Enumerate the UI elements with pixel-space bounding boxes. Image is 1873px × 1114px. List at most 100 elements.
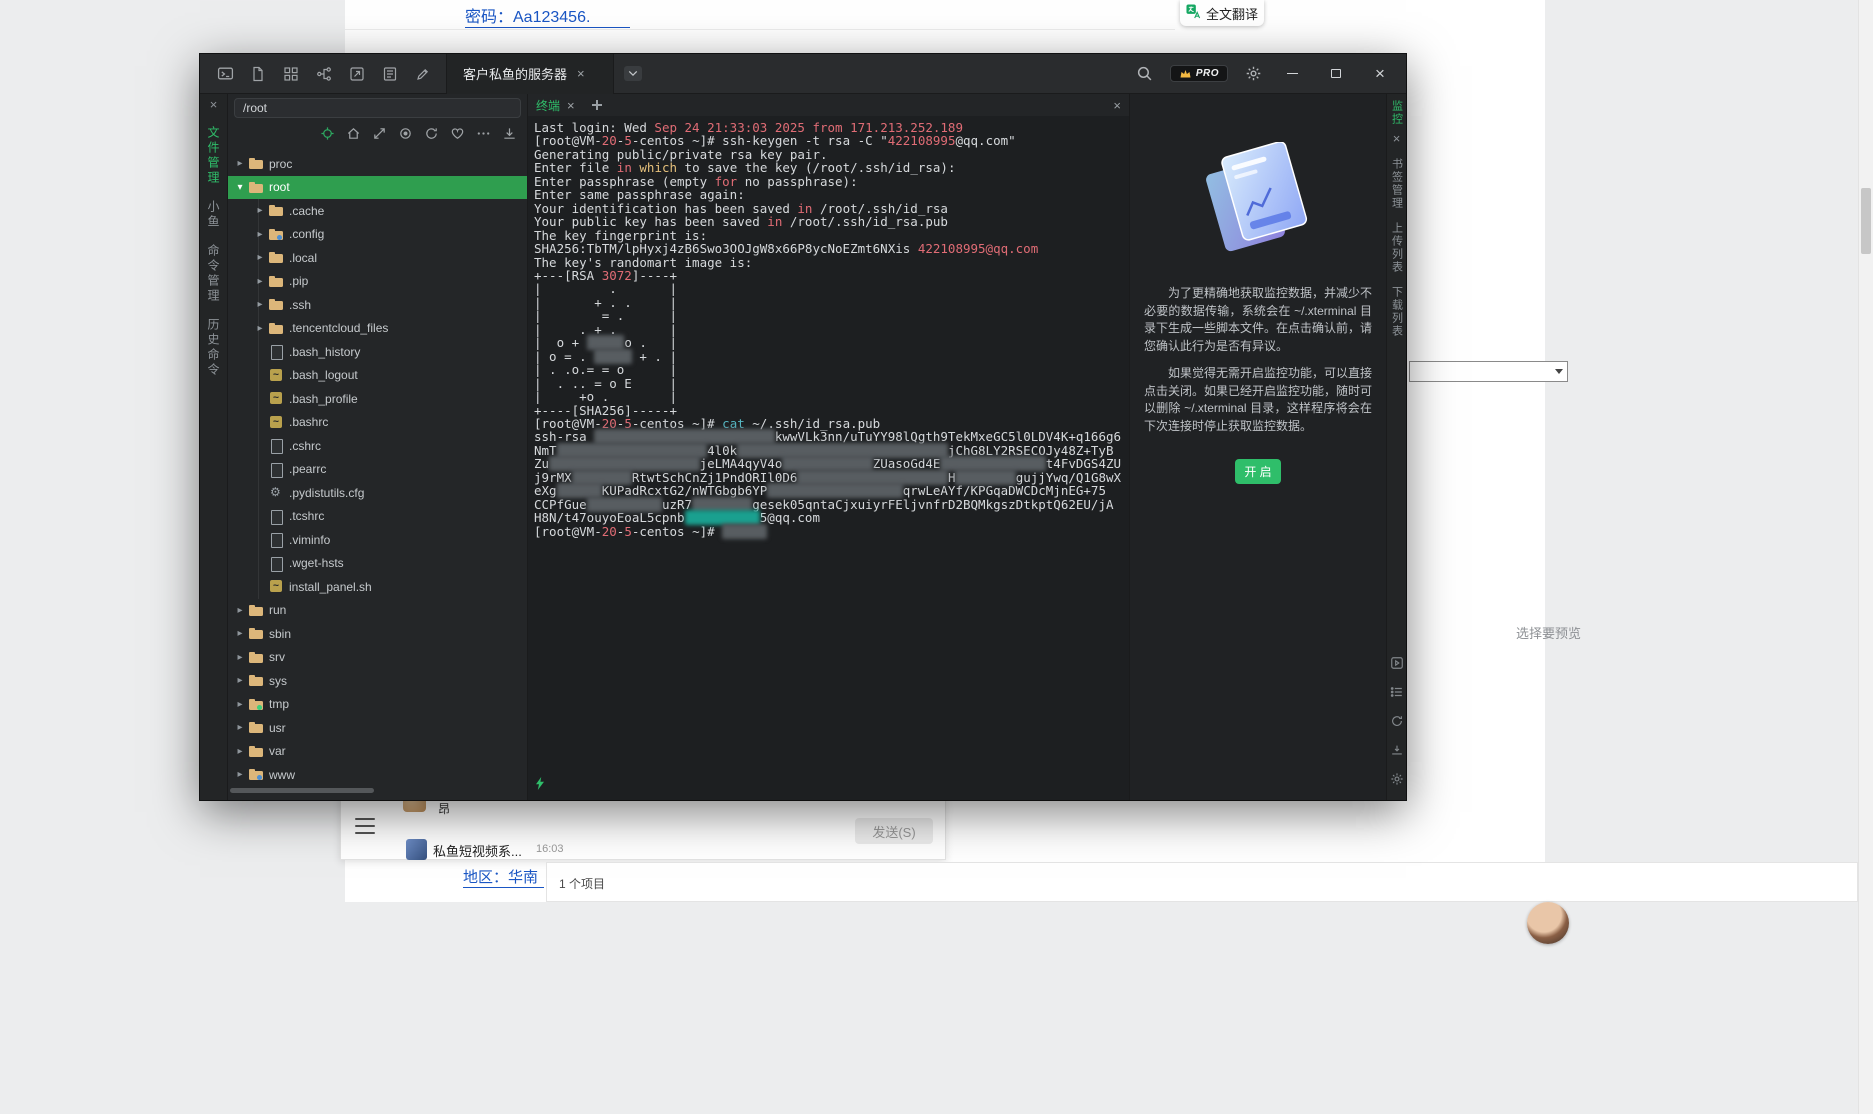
- tree-row[interactable]: ▸ .pip: [228, 269, 527, 294]
- expand-arrow-icon[interactable]: ▸: [234, 722, 246, 733]
- tree-row[interactable]: ▸ www: [228, 763, 527, 785]
- pro-badge[interactable]: PRO: [1169, 65, 1228, 82]
- expand-arrow-icon[interactable]: ▸: [234, 699, 246, 710]
- expand-arrow-icon[interactable]: ▸: [234, 605, 246, 616]
- user-avatar[interactable]: [1527, 902, 1569, 944]
- expand-arrow-icon[interactable]: ▸: [234, 769, 246, 780]
- tree-row[interactable]: ▸ tmp: [228, 693, 527, 717]
- tree-row[interactable]: ▸ proc: [228, 152, 527, 176]
- left-rail-tab[interactable]: 小鱼: [205, 200, 222, 230]
- chat-avatar[interactable]: [406, 839, 427, 860]
- new-terminal-icon[interactable]: [216, 65, 234, 83]
- tree-row[interactable]: .cshrc: [228, 434, 527, 458]
- session-tab[interactable]: 客户私鱼的服务器: [446, 53, 614, 94]
- tree-row[interactable]: .wget-hsts: [228, 551, 527, 576]
- right-rail-tab[interactable]: 下载列表: [1389, 286, 1405, 338]
- connection-status-icon[interactable]: [535, 777, 545, 795]
- tree-row[interactable]: ▸ .config: [228, 222, 527, 247]
- expand-arrow-icon[interactable]: ▸: [254, 323, 266, 334]
- home-icon[interactable]: [345, 125, 361, 141]
- tree-row[interactable]: .tcshrc: [228, 504, 527, 529]
- tree-row[interactable]: .bashrc: [228, 410, 527, 435]
- expand-arrow-icon[interactable]: ▸: [254, 276, 266, 287]
- close-file-panel-icon[interactable]: [210, 98, 218, 112]
- archive-download-icon[interactable]: [1389, 742, 1404, 757]
- left-rail-tab[interactable]: 历史命令: [205, 318, 222, 378]
- tree-row[interactable]: .bash_logout: [228, 363, 527, 388]
- log-list-icon[interactable]: [381, 65, 399, 83]
- tree-row[interactable]: .pearrc: [228, 457, 527, 482]
- translate-button[interactable]: 全文翻译: [1180, 0, 1264, 26]
- terminal-tab[interactable]: 终端: [536, 97, 560, 114]
- tree-row[interactable]: install_panel.sh: [228, 575, 527, 599]
- more-icon[interactable]: [475, 125, 491, 141]
- expand-arrow-icon[interactable]: ▸: [234, 628, 246, 639]
- tree-row[interactable]: .viminfo: [228, 528, 527, 552]
- left-rail-tab[interactable]: 文件管理: [205, 126, 222, 186]
- rail-gear-icon[interactable]: [1389, 771, 1404, 786]
- settings-gear-icon[interactable]: [1244, 65, 1262, 83]
- close-terminal-panel-icon[interactable]: [1113, 98, 1121, 113]
- session-tab-close-icon[interactable]: [577, 67, 585, 80]
- close-monitor-panel-icon[interactable]: [1393, 132, 1401, 146]
- locate-icon[interactable]: [319, 125, 335, 141]
- tree-row[interactable]: .bash_profile: [228, 387, 527, 411]
- right-rail-tab[interactable]: 书签管理: [1389, 158, 1405, 210]
- resize-diagonal-icon[interactable]: [371, 125, 387, 141]
- file-icon[interactable]: [249, 65, 267, 83]
- tab-list-chevron[interactable]: [624, 66, 642, 81]
- sync-icon[interactable]: [1389, 713, 1404, 728]
- tree-row[interactable]: ▸ run: [228, 599, 527, 623]
- hscrollbar-thumb[interactable]: [230, 788, 374, 793]
- connections-flow-icon[interactable]: [315, 65, 333, 83]
- new-terminal-tab-icon[interactable]: [590, 98, 604, 112]
- expand-arrow-icon[interactable]: ▾: [234, 182, 246, 193]
- maximize-button[interactable]: [1322, 63, 1350, 85]
- tree-row[interactable]: ▸ usr: [228, 716, 527, 740]
- enable-monitor-button[interactable]: 开 启: [1235, 459, 1281, 484]
- task-list-icon[interactable]: [1389, 684, 1404, 699]
- favorite-heart-icon[interactable]: [449, 125, 465, 141]
- download-icon[interactable]: [501, 125, 517, 141]
- transfer-box-icon[interactable]: [348, 65, 366, 83]
- tree-row[interactable]: .bash_history: [228, 340, 527, 364]
- expand-arrow-icon[interactable]: ▸: [254, 252, 266, 263]
- region-link[interactable]: 地区：华南: [463, 866, 545, 888]
- right-rail-tab[interactable]: 上传列表: [1389, 222, 1405, 274]
- hamburger-menu-icon[interactable]: [355, 818, 375, 834]
- page-scrollbar[interactable]: [1858, 0, 1873, 1114]
- tree-row[interactable]: ▾ root: [228, 175, 527, 199]
- left-rail-tab[interactable]: 命令管理: [205, 244, 222, 304]
- tree-row[interactable]: ▸ var: [228, 740, 527, 764]
- minimize-button[interactable]: [1278, 63, 1306, 85]
- apps-grid-icon[interactable]: [282, 65, 300, 83]
- tree-row[interactable]: ▸ .local: [228, 246, 527, 270]
- tree-row[interactable]: ▸ srv: [228, 646, 527, 670]
- run-box-icon[interactable]: [1389, 655, 1404, 670]
- file-panel-hscrollbar[interactable]: [228, 787, 527, 794]
- password-link[interactable]: 密码：Aa123456.: [465, 3, 631, 28]
- expand-arrow-icon[interactable]: ▸: [234, 158, 246, 169]
- refresh-icon[interactable]: [423, 125, 439, 141]
- tree-row[interactable]: ▸ .cache: [228, 199, 527, 223]
- watch-icon[interactable]: [397, 125, 413, 141]
- close-window-button[interactable]: [1366, 63, 1394, 85]
- chat-conversation-name[interactable]: 私鱼短视频系...: [433, 841, 522, 860]
- expand-arrow-icon[interactable]: ▸: [234, 675, 246, 686]
- tree-row[interactable]: .pydistutils.cfg: [228, 481, 527, 505]
- terminal-tab-close-icon[interactable]: [567, 99, 575, 112]
- tree-row[interactable]: ▸ .ssh: [228, 293, 527, 317]
- tree-row[interactable]: ▸ .tencentcloud_files: [228, 316, 527, 341]
- tree-row[interactable]: ▸ sbin: [228, 622, 527, 646]
- expand-arrow-icon[interactable]: ▸: [234, 652, 246, 663]
- send-button[interactable]: 发送(S): [855, 818, 933, 844]
- tree-row[interactable]: ▸ sys: [228, 669, 527, 693]
- search-icon[interactable]: [1136, 65, 1154, 83]
- path-input[interactable]: /root: [234, 98, 521, 118]
- page-scrollbar-thumb[interactable]: [1861, 188, 1871, 254]
- monitor-rail-tab[interactable]: 监控: [1389, 100, 1405, 126]
- preview-dropdown[interactable]: [1409, 361, 1568, 382]
- expand-arrow-icon[interactable]: ▸: [254, 205, 266, 216]
- pen-icon[interactable]: [414, 65, 432, 83]
- expand-arrow-icon[interactable]: ▸: [254, 299, 266, 310]
